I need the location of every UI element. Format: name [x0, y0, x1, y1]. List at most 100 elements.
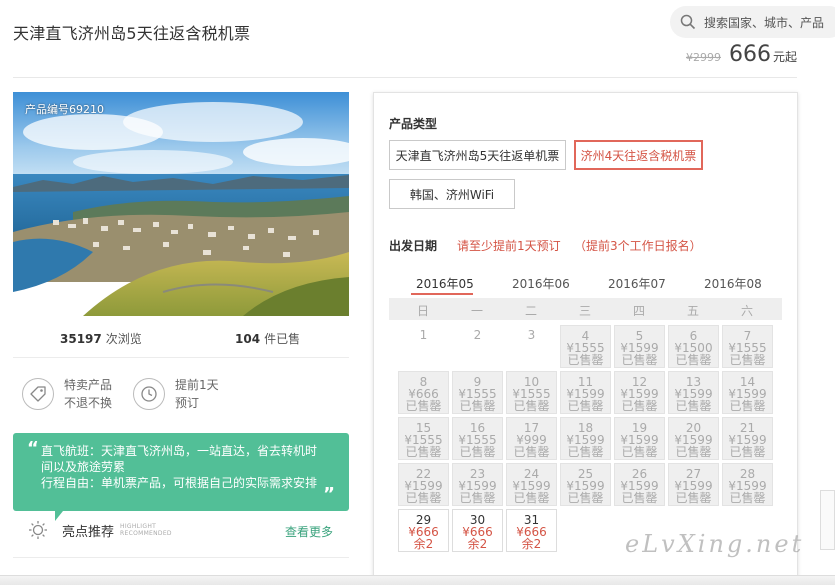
day-status: 已售罄 — [567, 491, 604, 505]
original-price: ¥2999 — [685, 51, 721, 64]
header-divider — [13, 77, 797, 78]
calendar-day: 16 ¥1555 已售罄 — [452, 417, 503, 460]
weekday-label: 四 — [632, 304, 645, 318]
day-status: 已售罄 — [675, 353, 712, 367]
calendar-day: 20 ¥1599 已售罄 — [668, 417, 719, 460]
highlight-sub-line: HIGHLIGHT — [120, 523, 157, 530]
month-tab[interactable]: 2016年06 — [512, 275, 570, 292]
calendar-day: 13 ¥1599 已售罄 — [668, 371, 719, 414]
sold-label: 件已售 — [264, 332, 301, 346]
calendar-day: 27 ¥1599 已售罄 — [668, 463, 719, 506]
tag-icon — [30, 386, 46, 402]
calendar-day: 26 ¥1599 已售罄 — [614, 463, 665, 506]
highlight-title: 亮点推荐 — [62, 524, 115, 540]
departure-date-label: 出发日期 — [389, 239, 438, 253]
sun-icon — [29, 521, 47, 539]
calendar-day: 14 ¥1599 已售罄 — [722, 371, 773, 414]
calendar-day: 24 ¥1599 已售罄 — [506, 463, 557, 506]
weekday-label: 二 — [524, 304, 537, 318]
day-status: 已售罄 — [729, 445, 766, 459]
day-status: 已售罄 — [405, 491, 442, 505]
day-status: 余2 — [521, 537, 542, 551]
search-box[interactable]: 搜索国家、城市、产品 — [670, 6, 835, 38]
calendar-day[interactable]: 29 ¥666 余2 — [398, 509, 449, 552]
calendar-day: 1 — [398, 325, 449, 368]
day-status: 已售罄 — [675, 399, 712, 413]
day-status: 已售罄 — [675, 445, 712, 459]
active-month-indicator — [411, 293, 473, 295]
highlight-header: 亮点推荐 HIGHLIGHT RECOMMENDED — [28, 520, 172, 540]
day-status: 余2 — [467, 537, 488, 551]
calendar-day: 7 ¥1555 已售罄 — [722, 325, 773, 368]
day-status: 已售罄 — [567, 445, 604, 459]
feature-icon-wrap — [22, 378, 54, 410]
month-tabs: 2016年05 2016年06 2016年07 2016年08 — [389, 275, 782, 297]
day-status: 已售罄 — [729, 491, 766, 505]
weekday-label: 日 — [416, 304, 429, 318]
product-code: 产品编号69210 — [25, 103, 104, 116]
day-status: 已售罄 — [513, 399, 550, 413]
weekday-header: 日 一 二 三 四 五 六 — [389, 298, 782, 320]
weekday-label: 三 — [578, 304, 591, 318]
calendar-day: 12 ¥1599 已售罄 — [614, 371, 665, 414]
see-more-link[interactable]: 查看更多 — [285, 523, 333, 540]
calendar-day: 23 ¥1599 已售罄 — [452, 463, 503, 506]
description-line: 直飞航班：天津直飞济州岛，一站直达，省去转机时 — [41, 444, 318, 458]
day-status: 已售罄 — [459, 491, 496, 505]
day-status: 已售罄 — [405, 399, 442, 413]
day-status: 已售罄 — [459, 445, 496, 459]
day-status: 余2 — [413, 537, 434, 551]
advance-booking-note: 请至少提前1天预订 — [457, 239, 561, 253]
day-status: 已售罄 — [729, 353, 766, 367]
day-status: 已售罄 — [729, 399, 766, 413]
day-status: 已售罄 — [675, 491, 712, 505]
search-placeholder[interactable]: 搜索国家、城市、产品 — [704, 14, 824, 31]
weekday-label: 六 — [740, 304, 753, 318]
side-scroll-tab[interactable] — [820, 490, 835, 550]
description-line: 间以及旅途劳累 — [41, 460, 126, 474]
day-status: 已售罄 — [513, 491, 550, 505]
open-quote-icon: “ — [27, 438, 39, 459]
calendar-day: 21 ¥1599 已售罄 — [722, 417, 773, 460]
description-box: “ 直飞航班：天津直飞济州岛，一站直达，省去转机时 间以及旅途劳累 行程自由：单… — [13, 433, 349, 511]
current-price: 666 — [728, 42, 771, 67]
views-stat: 35197 次浏览 — [60, 330, 142, 347]
calendar-day: 25 ¥1599 已售罄 — [560, 463, 611, 506]
calendar-day: 11 ¥1599 已售罄 — [560, 371, 611, 414]
day-status: 已售罄 — [621, 353, 658, 367]
product-option[interactable]: 天津直飞济州岛5天往返单机票 — [389, 140, 566, 170]
highlight-subtitle: HIGHLIGHT RECOMMENDED — [120, 523, 172, 537]
workday-note: （提前3个工作日报名） — [574, 239, 702, 253]
calendar-day: 22 ¥1599 已售罄 — [398, 463, 449, 506]
feature-icon-wrap — [133, 378, 165, 410]
month-tab[interactable]: 2016年08 — [704, 275, 762, 292]
feature-line: 预订 — [175, 396, 200, 410]
calendar-day: 3 — [506, 325, 557, 368]
calendar-day: 19 ¥1599 已售罄 — [614, 417, 665, 460]
calendar-day: 5 ¥1599 已售罄 — [614, 325, 665, 368]
day-status: 已售罄 — [513, 445, 550, 459]
calendar-day: 28 ¥1599 已售罄 — [722, 463, 773, 506]
calendar-day: 6 ¥1500 已售罄 — [668, 325, 719, 368]
weekday-label: 一 — [470, 304, 483, 318]
month-tab[interactable]: 2016年07 — [608, 275, 666, 292]
views-count: 35197 — [60, 332, 102, 346]
product-photo: 产品编号69210 — [13, 92, 349, 316]
product-option[interactable]: 韩国、济州WiFi — [389, 179, 515, 209]
calendar-day[interactable]: 30 ¥666 余2 — [452, 509, 503, 552]
description-line: 行程自由：单机票产品，可根据自己的实际需求安排 — [41, 476, 318, 490]
calendar-day: 17 ¥999 已售罄 — [506, 417, 557, 460]
section-divider — [13, 557, 349, 558]
product-option-selected[interactable]: 济州4天往返含税机票 — [574, 140, 703, 170]
day-status: 已售罄 — [621, 445, 658, 459]
calendar-day[interactable]: 31 ¥666 余2 — [506, 509, 557, 552]
feature-line: 不退不换 — [64, 396, 113, 410]
stats-divider — [13, 357, 349, 358]
bottom-taskbar — [0, 575, 835, 585]
feature-line: 特卖产品 — [64, 378, 113, 392]
calendar-day: 10 ¥1555 已售罄 — [506, 371, 557, 414]
page-title: 天津直飞济州岛5天往返含税机票 — [13, 24, 251, 43]
day-number: 2 — [473, 328, 482, 342]
month-tab[interactable]: 2016年05 — [416, 275, 474, 292]
day-number: 1 — [419, 328, 428, 342]
